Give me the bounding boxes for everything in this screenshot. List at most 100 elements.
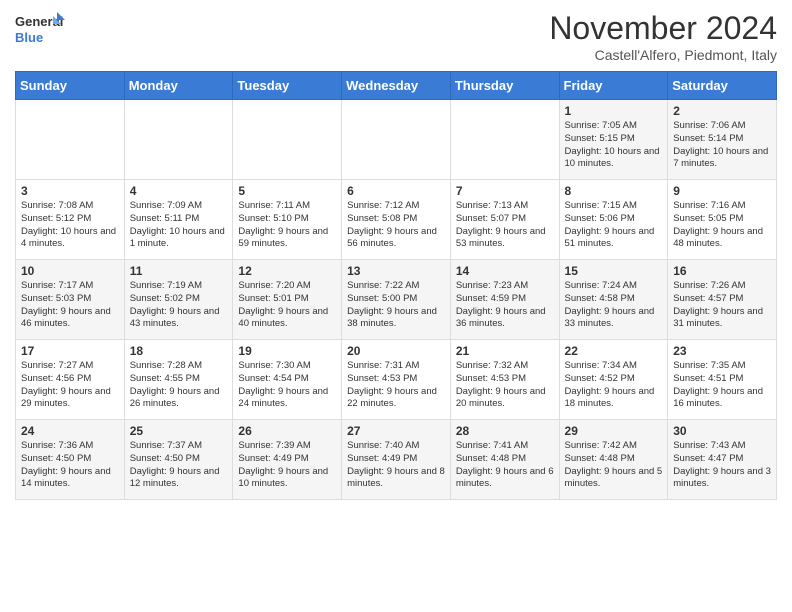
- logo: General Blue: [15, 10, 65, 55]
- day-number: 16: [673, 264, 771, 278]
- day-number: 23: [673, 344, 771, 358]
- calendar-cell: [16, 100, 125, 180]
- calendar-cell: 10 Sunrise: 7:17 AM Sunset: 5:03 PM Dayli…: [16, 260, 125, 340]
- day-info: Sunrise: 7:43 AM Sunset: 4:47 PM Dayligh…: [673, 440, 771, 491]
- calendar-cell: 19 Sunrise: 7:30 AM Sunset: 4:54 PM Dayli…: [233, 340, 342, 420]
- calendar-cell: 30 Sunrise: 7:43 AM Sunset: 4:47 PM Dayli…: [668, 420, 777, 500]
- calendar-cell: 8 Sunrise: 7:15 AM Sunset: 5:06 PM Daylig…: [559, 180, 668, 260]
- day-info: Sunrise: 7:37 AM Sunset: 4:50 PM Dayligh…: [130, 440, 228, 491]
- day-info: Sunrise: 7:13 AM Sunset: 5:07 PM Dayligh…: [456, 200, 554, 251]
- calendar-week-row: 24 Sunrise: 7:36 AM Sunset: 4:50 PM Dayli…: [16, 420, 777, 500]
- calendar-header: SundayMondayTuesdayWednesdayThursdayFrid…: [16, 72, 777, 100]
- calendar-cell: 23 Sunrise: 7:35 AM Sunset: 4:51 PM Dayli…: [668, 340, 777, 420]
- calendar-cell: 27 Sunrise: 7:40 AM Sunset: 4:49 PM Dayli…: [342, 420, 451, 500]
- calendar-week-row: 10 Sunrise: 7:17 AM Sunset: 5:03 PM Dayli…: [16, 260, 777, 340]
- calendar-table: SundayMondayTuesdayWednesdayThursdayFrid…: [15, 71, 777, 500]
- calendar-cell: 13Sunrise: 7:22 AM Sunset: 5:00 PM Dayli…: [342, 260, 451, 340]
- calendar-cell: 6Sunrise: 7:12 AM Sunset: 5:08 PM Daylig…: [342, 180, 451, 260]
- weekday-header-wednesday: Wednesday: [342, 72, 451, 100]
- calendar-week-row: 1 Sunrise: 7:05 AM Sunset: 5:15 PM Daylig…: [16, 100, 777, 180]
- calendar-body: 1 Sunrise: 7:05 AM Sunset: 5:15 PM Daylig…: [16, 100, 777, 500]
- calendar-cell: [124, 100, 233, 180]
- day-info: Sunrise: 7:08 AM Sunset: 5:12 PM Dayligh…: [21, 200, 119, 251]
- day-number: 10: [21, 264, 119, 278]
- day-info: Sunrise: 7:42 AM Sunset: 4:48 PM Dayligh…: [565, 440, 663, 491]
- weekday-header-row: SundayMondayTuesdayWednesdayThursdayFrid…: [16, 72, 777, 100]
- day-number: 6: [347, 184, 445, 198]
- day-number: 8: [565, 184, 663, 198]
- calendar-title: November 2024: [549, 10, 777, 47]
- day-info: Sunrise: 7:24 AM Sunset: 4:58 PM Dayligh…: [565, 280, 663, 331]
- day-number: 19: [238, 344, 336, 358]
- day-info: Sunrise: 7:11 AM Sunset: 5:10 PM Dayligh…: [238, 200, 336, 251]
- day-info: Sunrise: 7:17 AM Sunset: 5:03 PM Dayligh…: [21, 280, 119, 331]
- calendar-cell: 12 Sunrise: 7:20 AM Sunset: 5:01 PM Dayli…: [233, 260, 342, 340]
- weekday-header-thursday: Thursday: [450, 72, 559, 100]
- calendar-cell: 11 Sunrise: 7:19 AM Sunset: 5:02 PM Dayli…: [124, 260, 233, 340]
- calendar-cell: 4 Sunrise: 7:09 AM Sunset: 5:11 PM Daylig…: [124, 180, 233, 260]
- day-number: 30: [673, 424, 771, 438]
- logo-svg: General Blue: [15, 10, 65, 55]
- day-number: 11: [130, 264, 228, 278]
- title-area: November 2024 Castell'Alfero, Piedmont, …: [549, 10, 777, 63]
- calendar-cell: 28 Sunrise: 7:41 AM Sunset: 4:48 PM Dayli…: [450, 420, 559, 500]
- calendar-cell: 24 Sunrise: 7:36 AM Sunset: 4:50 PM Dayli…: [16, 420, 125, 500]
- calendar-cell: 21Sunrise: 7:32 AM Sunset: 4:53 PM Dayli…: [450, 340, 559, 420]
- weekday-header-tuesday: Tuesday: [233, 72, 342, 100]
- day-number: 9: [673, 184, 771, 198]
- day-info: Sunrise: 7:41 AM Sunset: 4:48 PM Dayligh…: [456, 440, 554, 491]
- day-info: Sunrise: 7:30 AM Sunset: 4:54 PM Dayligh…: [238, 360, 336, 411]
- calendar-cell: 16 Sunrise: 7:26 AM Sunset: 4:57 PM Dayli…: [668, 260, 777, 340]
- calendar-cell: [450, 100, 559, 180]
- day-info: Sunrise: 7:05 AM Sunset: 5:15 PM Dayligh…: [565, 120, 663, 171]
- header: General Blue November 2024 Castell'Alfer…: [15, 10, 777, 63]
- day-number: 27: [347, 424, 445, 438]
- calendar-cell: 20 Sunrise: 7:31 AM Sunset: 4:53 PM Dayli…: [342, 340, 451, 420]
- calendar-cell: 1 Sunrise: 7:05 AM Sunset: 5:15 PM Daylig…: [559, 100, 668, 180]
- day-number: 12: [238, 264, 336, 278]
- day-info: Sunrise: 7:20 AM Sunset: 5:01 PM Dayligh…: [238, 280, 336, 331]
- calendar-cell: 25 Sunrise: 7:37 AM Sunset: 4:50 PM Dayli…: [124, 420, 233, 500]
- calendar-cell: 29Sunrise: 7:42 AM Sunset: 4:48 PM Dayli…: [559, 420, 668, 500]
- day-number: 3: [21, 184, 119, 198]
- day-number: 1: [565, 104, 663, 118]
- calendar-cell: 3 Sunrise: 7:08 AM Sunset: 5:12 PM Daylig…: [16, 180, 125, 260]
- day-info: Sunrise: 7:23 AM Sunset: 4:59 PM Dayligh…: [456, 280, 554, 331]
- calendar-cell: 7 Sunrise: 7:13 AM Sunset: 5:07 PM Daylig…: [450, 180, 559, 260]
- day-info: Sunrise: 7:16 AM Sunset: 5:05 PM Dayligh…: [673, 200, 771, 251]
- day-number: 13: [347, 264, 445, 278]
- calendar-week-row: 3 Sunrise: 7:08 AM Sunset: 5:12 PM Daylig…: [16, 180, 777, 260]
- calendar-cell: 22Sunrise: 7:34 AM Sunset: 4:52 PM Dayli…: [559, 340, 668, 420]
- calendar-cell: 9 Sunrise: 7:16 AM Sunset: 5:05 PM Daylig…: [668, 180, 777, 260]
- day-number: 25: [130, 424, 228, 438]
- day-number: 26: [238, 424, 336, 438]
- day-info: Sunrise: 7:27 AM Sunset: 4:56 PM Dayligh…: [21, 360, 119, 411]
- day-info: Sunrise: 7:19 AM Sunset: 5:02 PM Dayligh…: [130, 280, 228, 331]
- day-number: 22: [565, 344, 663, 358]
- day-info: Sunrise: 7:35 AM Sunset: 4:51 PM Dayligh…: [673, 360, 771, 411]
- day-number: 4: [130, 184, 228, 198]
- calendar-cell: 14 Sunrise: 7:23 AM Sunset: 4:59 PM Dayli…: [450, 260, 559, 340]
- weekday-header-saturday: Saturday: [668, 72, 777, 100]
- day-info: Sunrise: 7:31 AM Sunset: 4:53 PM Dayligh…: [347, 360, 445, 411]
- day-number: 20: [347, 344, 445, 358]
- day-info: Sunrise: 7:40 AM Sunset: 4:49 PM Dayligh…: [347, 440, 445, 491]
- day-info: Sunrise: 7:36 AM Sunset: 4:50 PM Dayligh…: [21, 440, 119, 491]
- calendar-cell: 17Sunrise: 7:27 AM Sunset: 4:56 PM Dayli…: [16, 340, 125, 420]
- day-number: 14: [456, 264, 554, 278]
- calendar-week-row: 17Sunrise: 7:27 AM Sunset: 4:56 PM Dayli…: [16, 340, 777, 420]
- day-info: Sunrise: 7:26 AM Sunset: 4:57 PM Dayligh…: [673, 280, 771, 331]
- day-number: 28: [456, 424, 554, 438]
- weekday-header-monday: Monday: [124, 72, 233, 100]
- day-number: 24: [21, 424, 119, 438]
- day-info: Sunrise: 7:28 AM Sunset: 4:55 PM Dayligh…: [130, 360, 228, 411]
- day-info: Sunrise: 7:09 AM Sunset: 5:11 PM Dayligh…: [130, 200, 228, 251]
- day-info: Sunrise: 7:15 AM Sunset: 5:06 PM Dayligh…: [565, 200, 663, 251]
- day-number: 21: [456, 344, 554, 358]
- day-number: 7: [456, 184, 554, 198]
- calendar-cell: 5Sunrise: 7:11 AM Sunset: 5:10 PM Daylig…: [233, 180, 342, 260]
- calendar-cell: 18Sunrise: 7:28 AM Sunset: 4:55 PM Dayli…: [124, 340, 233, 420]
- calendar-cell: 15Sunrise: 7:24 AM Sunset: 4:58 PM Dayli…: [559, 260, 668, 340]
- day-info: Sunrise: 7:39 AM Sunset: 4:49 PM Dayligh…: [238, 440, 336, 491]
- calendar-cell: 2Sunrise: 7:06 AM Sunset: 5:14 PM Daylig…: [668, 100, 777, 180]
